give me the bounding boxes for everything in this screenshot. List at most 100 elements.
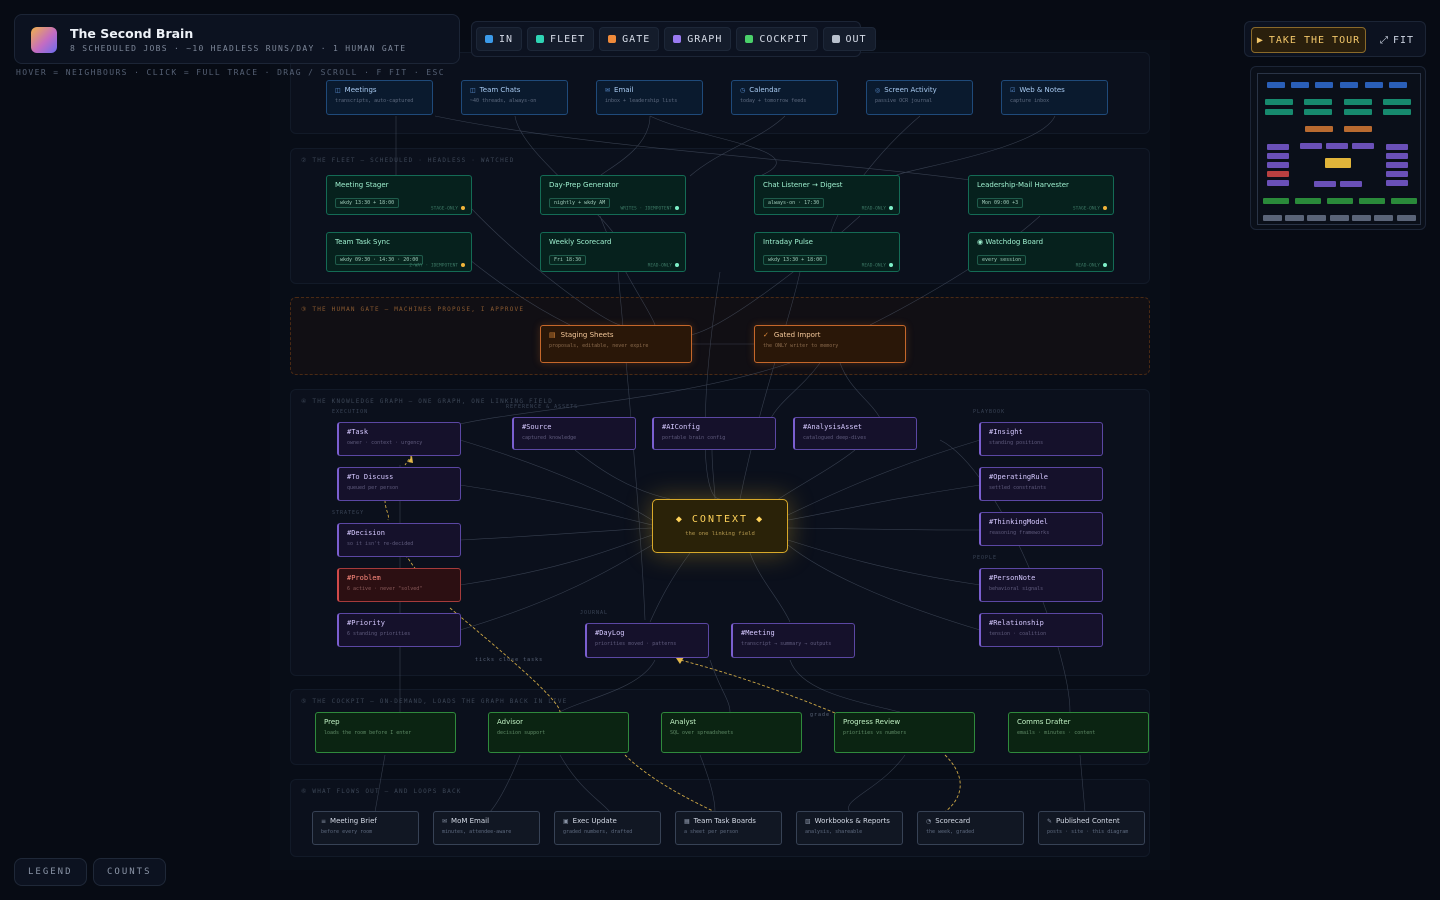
clock-icon: ◷ — [740, 87, 746, 94]
node-title: Scorecard — [935, 817, 971, 825]
graph-thinking-model[interactable]: #ThinkingModel reasoning frameworks — [979, 512, 1103, 546]
node-subtitle: the week, graded — [926, 829, 975, 835]
schedule-chip: always-on · 17:30 — [763, 198, 825, 208]
take-tour-button[interactable]: ▶ TAKE THE TOUR — [1251, 27, 1366, 53]
graph-relationship[interactable]: #Relationship tension · coalition — [979, 613, 1103, 647]
graph-aiconfig[interactable]: #AIConfig portable brain config — [652, 417, 776, 450]
cockpit-progress-review[interactable]: Progress Review priorities vs numbers — [834, 712, 975, 753]
graph-source[interactable]: #Source captured knowledge — [512, 417, 636, 450]
graph-priority[interactable]: #Priority 6 standing priorities — [337, 613, 461, 647]
minimap[interactable] — [1250, 66, 1426, 230]
minimap-block — [1315, 82, 1333, 88]
node-subtitle: reasoning frameworks — [989, 530, 1050, 536]
out-workbooks-reports[interactable]: ▧ Workbooks & Reports analysis, shareable — [796, 811, 903, 845]
status-dot — [461, 205, 465, 210]
node-title: Published Content — [1056, 817, 1120, 825]
safety-tag: READ-ONLY — [1075, 263, 1100, 268]
node-title: Workbooks & Reports — [814, 817, 890, 825]
input-web-notes[interactable]: ☑ Web & Notes capture inbox — [1001, 80, 1108, 115]
input-team-chats[interactable]: ◫ Team Chats ~40 threads, always-on — [461, 80, 568, 115]
node-title: #Task — [347, 428, 369, 436]
minimap-block — [1263, 215, 1282, 221]
fleet-watchdog-board[interactable]: ◉ Watchdog Board every session READ-ONLY — [968, 232, 1114, 272]
counts-button[interactable]: COUNTS — [93, 858, 166, 886]
gate-staging-sheets[interactable]: ▤ Staging Sheets proposals, editable, nev… — [540, 325, 692, 363]
filter-in[interactable]: IN — [476, 27, 523, 51]
out-team-task-boards[interactable]: ▦ Team Task Boards a sheet per person — [675, 811, 782, 845]
fleet-leadership-mail[interactable]: Leadership-Mail Harvester Mon 09:00 +3 S… — [968, 175, 1114, 215]
cockpit-analyst[interactable]: Analyst SQL over spreadsheets — [661, 712, 802, 753]
workbook-icon: ▧ — [805, 818, 811, 825]
board-icon: ▦ — [684, 818, 690, 825]
schedule-chip: every session — [977, 255, 1027, 265]
minimap-block — [1326, 143, 1348, 149]
context-title: ◆ CONTEXT ◆ — [675, 514, 765, 525]
filter-graph[interactable]: GRAPH — [664, 27, 732, 51]
legend-button[interactable]: LEGEND — [14, 858, 87, 886]
fleet-day-prep[interactable]: Day-Prep Generator nightly + wkdy AM WRI… — [540, 175, 686, 215]
filter-fleet[interactable]: FLEET — [527, 27, 595, 51]
filter-gate[interactable]: GATE — [599, 27, 660, 51]
input-meetings[interactable]: ◫ Meetings transcripts, auto-captured — [326, 80, 433, 115]
fleet-meeting-stager[interactable]: Meeting Stager wkdy 13:30 + 18:00 STAGE-… — [326, 175, 472, 215]
filter-cockpit[interactable]: COCKPIT — [736, 27, 818, 51]
minimap-block — [1267, 180, 1289, 186]
layer-filter-bar: IN FLEET GATE GRAPH COCKPIT OUT — [471, 21, 876, 57]
fit-button[interactable]: ⤢ FIT — [1373, 27, 1421, 53]
minimap-block — [1383, 109, 1411, 115]
filter-label: IN — [499, 33, 514, 45]
node-title: #ThinkingModel — [989, 518, 1049, 526]
graph-task[interactable]: #Task owner · context · urgency — [337, 422, 461, 456]
status-dot — [461, 262, 465, 267]
out-exec-update[interactable]: ▣ Exec Update graded numbers, drafted — [554, 811, 661, 845]
graph-meeting[interactable]: #Meeting transcript → summary → outputs — [731, 623, 855, 658]
cockpit-comms-drafter[interactable]: Comms Drafter emails · minutes · content — [1008, 712, 1149, 753]
node-title: #AnalysisAsset — [803, 423, 863, 431]
context-subtitle: the one linking field — [685, 531, 755, 537]
fleet-intraday-pulse[interactable]: Intraday Pulse wkdy 13:30 + 18:00 READ-O… — [754, 232, 900, 272]
filter-out[interactable]: OUT — [822, 27, 876, 51]
node-subtitle: decision support — [497, 730, 546, 736]
input-calendar[interactable]: ◷ Calendar today + tomorrow feeds — [731, 80, 838, 115]
node-title: Meeting Stager — [335, 181, 389, 189]
fleet-team-task-sync[interactable]: Team Task Sync wkdy 09:30 · 14:30 · 20:0… — [326, 232, 472, 272]
graph-operating-rule[interactable]: #OperatingRule settled constraints — [979, 467, 1103, 501]
node-subtitle: graded numbers, drafted — [563, 829, 633, 835]
gate-gated-import[interactable]: ✓ Gated Import the ONLY writer to memory — [754, 325, 906, 363]
graph-analysis-asset[interactable]: #AnalysisAsset catalogued deep-dives — [793, 417, 917, 450]
node-title: MoM Email — [451, 817, 490, 825]
sublabel-playbook: PLAYBOOK — [973, 409, 1006, 415]
safety-tag: READ-ONLY — [861, 206, 886, 211]
node-subtitle: transcript → summary → outputs — [741, 641, 832, 647]
node-subtitle: loads the room before I enter — [324, 730, 412, 736]
status-dot — [1103, 205, 1107, 210]
minimap-block — [1344, 126, 1372, 132]
graph-person-note[interactable]: #PersonNote behavioral signals — [979, 568, 1103, 602]
graph-to-discuss[interactable]: #To Discuss queued per person — [337, 467, 461, 501]
swatch-icon — [608, 35, 617, 43]
minimap-block — [1265, 109, 1293, 115]
out-published-content[interactable]: ✎ Published Content posts · site · this d… — [1038, 811, 1145, 845]
cockpit-prep[interactable]: Prep loads the room before I enter — [315, 712, 456, 753]
cockpit-advisor[interactable]: Advisor decision support — [488, 712, 629, 753]
graph-problem[interactable]: #Problem 6 active · never "solved" — [337, 568, 461, 602]
fleet-weekly-scorecard[interactable]: Weekly Scorecard Fri 18:30 READ-ONLY — [540, 232, 686, 272]
node-subtitle: capture inbox — [1010, 98, 1050, 104]
input-email[interactable]: ✉ Email inbox + leadership lists — [596, 80, 703, 115]
graph-insight[interactable]: #Insight standing positions — [979, 422, 1103, 456]
graph-daylog[interactable]: #DayLog priorities moved · patterns — [585, 623, 709, 658]
out-meeting-brief[interactable]: ≡ Meeting Brief before every room — [312, 811, 419, 845]
minimap-block — [1391, 198, 1417, 204]
fleet-chat-listener[interactable]: Chat Listener → Digest always-on · 17:30… — [754, 175, 900, 215]
minimap-block — [1340, 82, 1358, 88]
out-scorecard[interactable]: ◔ Scorecard the week, graded — [917, 811, 1024, 845]
input-screen-activity[interactable]: ◎ Screen Activity passive OCR journal — [866, 80, 973, 115]
minimap-block — [1267, 82, 1285, 88]
node-subtitle: analysis, shareable — [805, 829, 863, 835]
context-hub[interactable]: ◆ CONTEXT ◆ the one linking field — [652, 499, 788, 553]
minimap-block — [1386, 162, 1408, 168]
band-gate: ③ THE HUMAN GATE — MACHINES PROPOSE, I A… — [290, 297, 1150, 375]
out-mom-email[interactable]: ✉ MoM Email minutes, attendee-aware — [433, 811, 540, 845]
graph-decision[interactable]: #Decision so it isn't re-decided — [337, 523, 461, 557]
play-icon: ▶ — [1256, 34, 1264, 46]
